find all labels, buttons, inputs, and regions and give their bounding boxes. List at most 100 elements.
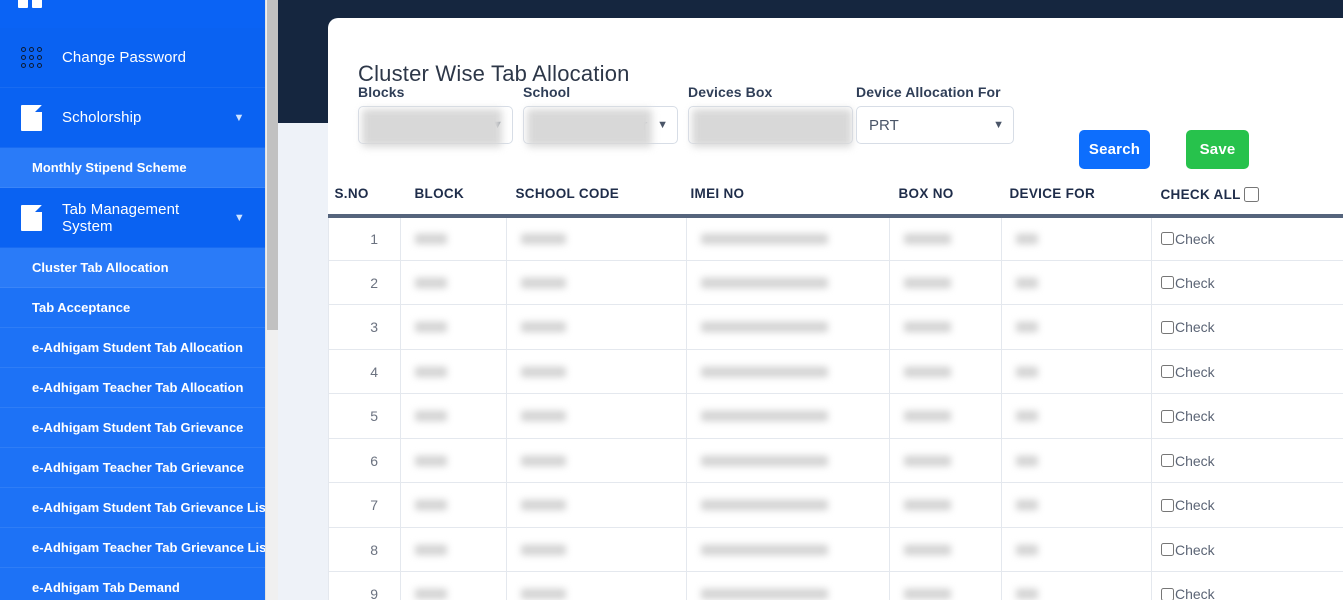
sidebar-scrollbar-thumb[interactable] <box>267 0 278 330</box>
row-check-checkbox[interactable] <box>1161 454 1174 468</box>
row-check-checkbox[interactable] <box>1161 276 1174 290</box>
cell-value-redaction <box>701 277 828 289</box>
row-check-label[interactable]: Check <box>1175 542 1215 558</box>
check-all-checkbox[interactable] <box>1243 186 1259 202</box>
row-check-checkbox[interactable] <box>1161 365 1174 379</box>
cell-value-redaction <box>415 499 447 511</box>
field-school: School er ▼ <box>523 84 678 147</box>
sidebar-item-tab-acceptance[interactable]: Tab Acceptance <box>0 288 265 328</box>
cell-value-redaction <box>521 410 566 422</box>
cell-value-redaction <box>415 277 447 289</box>
row-check-checkbox[interactable] <box>1161 498 1174 512</box>
row-check-label[interactable]: Check <box>1175 497 1215 513</box>
blocks-select[interactable]: ▼ <box>358 106 513 144</box>
sidebar-item-tab-management-system[interactable]: Tab Management System ▼ <box>0 188 265 248</box>
allocation-table-scroll[interactable]: S.NO BLOCK SCHOOL CODE IMEI NO BOX NO DE… <box>328 178 1343 600</box>
field-device-allocation-for: Device Allocation For PRT ▼ <box>856 84 1014 144</box>
cell-box-no <box>889 215 1002 261</box>
cell-value-redaction <box>415 544 447 556</box>
col-sno: S.NO <box>328 178 401 218</box>
cell-value-redaction <box>521 321 566 333</box>
cell-device-for <box>1001 527 1152 573</box>
cell-imei-no <box>686 482 890 528</box>
sidebar-subitem-label: e-Adhigam Student Tab Grievance List <box>32 500 265 515</box>
cell-value-redaction <box>1016 277 1038 289</box>
sidebar-item-eadhigam-tab-demand[interactable]: e-Adhigam Tab Demand <box>0 568 265 600</box>
cell-box-no <box>889 527 1002 573</box>
sidebar-item-change-password[interactable]: Change Password <box>0 28 265 88</box>
cell-value-redaction <box>1016 544 1038 556</box>
cell-check: Check <box>1151 527 1343 573</box>
table-row: 7 Check <box>328 482 1343 528</box>
sidebar-item-eadhigam-student-tab-allocation[interactable]: e-Adhigam Student Tab Allocation <box>0 328 265 368</box>
row-check-label[interactable]: Check <box>1175 319 1215 335</box>
cell-value-redaction <box>1016 366 1038 378</box>
cell-school-code <box>506 571 687 600</box>
cell-block <box>400 215 507 261</box>
table-row: 5 Check <box>328 393 1343 439</box>
cell-value-redaction <box>1016 321 1038 333</box>
document-icon <box>16 203 46 233</box>
devices-box-select[interactable]: ▼ <box>688 106 853 144</box>
blocks-label: Blocks <box>358 84 405 100</box>
chevron-down-icon: ▼ <box>657 119 668 131</box>
sidebar-item-scholorship[interactable]: Scholorship ▼ <box>0 88 265 148</box>
device-allocation-for-select[interactable]: PRT ▼ <box>856 106 1014 144</box>
cell-imei-no <box>686 571 890 600</box>
sidebar-item-eadhigam-student-tab-grievance-list[interactable]: e-Adhigam Student Tab Grievance List <box>0 488 265 528</box>
cell-block <box>400 527 507 573</box>
cell-value-redaction <box>521 588 566 600</box>
cell-value-redaction <box>904 366 951 378</box>
cell-value-redaction <box>415 321 447 333</box>
cell-block <box>400 260 507 306</box>
sidebar-item-eadhigam-teacher-tab-allocation[interactable]: e-Adhigam Teacher Tab Allocation <box>0 368 265 408</box>
search-button[interactable]: Search <box>1079 130 1150 169</box>
cell-box-no <box>889 260 1002 306</box>
cell-value-redaction <box>521 366 566 378</box>
row-check-checkbox[interactable] <box>1161 409 1174 423</box>
row-check-label[interactable]: Check <box>1175 408 1215 424</box>
cell-imei-no <box>686 260 890 306</box>
row-check-checkbox[interactable] <box>1161 587 1174 600</box>
cell-value-redaction <box>1016 410 1038 422</box>
cell-school-code <box>506 215 687 261</box>
cell-value-redaction <box>1016 588 1038 600</box>
sidebar-item-eadhigam-student-tab-grievance[interactable]: e-Adhigam Student Tab Grievance <box>0 408 265 448</box>
row-check-label[interactable]: Check <box>1175 231 1215 247</box>
school-label: School <box>523 84 571 100</box>
cell-school-code <box>506 438 687 484</box>
sidebar-item-eadhigam-teacher-tab-grievance-list[interactable]: e-Adhigam Teacher Tab Grievance List <box>0 528 265 568</box>
sidebar-item-cluster-tab-allocation[interactable]: Cluster Tab Allocation <box>0 248 265 288</box>
cell-check: Check <box>1151 393 1343 439</box>
sidebar-scrollbar[interactable] <box>265 0 278 600</box>
cell-value-redaction <box>415 410 447 422</box>
cell-value-redaction <box>701 321 828 333</box>
cell-check: Check <box>1151 304 1343 350</box>
document-icon <box>16 103 46 133</box>
cell-block <box>400 304 507 350</box>
cell-device-for <box>1001 304 1152 350</box>
row-check-checkbox[interactable] <box>1161 543 1174 557</box>
school-select[interactable]: er ▼ <box>523 106 678 144</box>
row-check-checkbox[interactable] <box>1161 232 1174 246</box>
sidebar-item-monthly-stipend-scheme[interactable]: Monthly Stipend Scheme <box>0 148 265 188</box>
save-button[interactable]: Save <box>1186 130 1249 169</box>
cell-imei-no <box>686 527 890 573</box>
cell-value-redaction <box>701 410 828 422</box>
row-check-label[interactable]: Check <box>1175 453 1215 469</box>
row-check-label[interactable]: Check <box>1175 275 1215 291</box>
page-title: Cluster Wise Tab Allocation <box>358 60 630 86</box>
cell-check: Check <box>1151 438 1343 484</box>
cell-value-redaction <box>521 544 566 556</box>
row-check-label[interactable]: Check <box>1175 586 1215 600</box>
cell-device-for <box>1001 438 1152 484</box>
cell-box-no <box>889 393 1002 439</box>
row-check-checkbox[interactable] <box>1161 320 1174 334</box>
table-row: 2 Check <box>328 260 1343 306</box>
row-check-label[interactable]: Check <box>1175 364 1215 380</box>
col-school-code: SCHOOL CODE <box>506 178 687 218</box>
cell-sno: 5 <box>328 393 401 439</box>
cell-block <box>400 393 507 439</box>
cell-imei-no <box>686 304 890 350</box>
sidebar-item-eadhigam-teacher-tab-grievance[interactable]: e-Adhigam Teacher Tab Grievance <box>0 448 265 488</box>
